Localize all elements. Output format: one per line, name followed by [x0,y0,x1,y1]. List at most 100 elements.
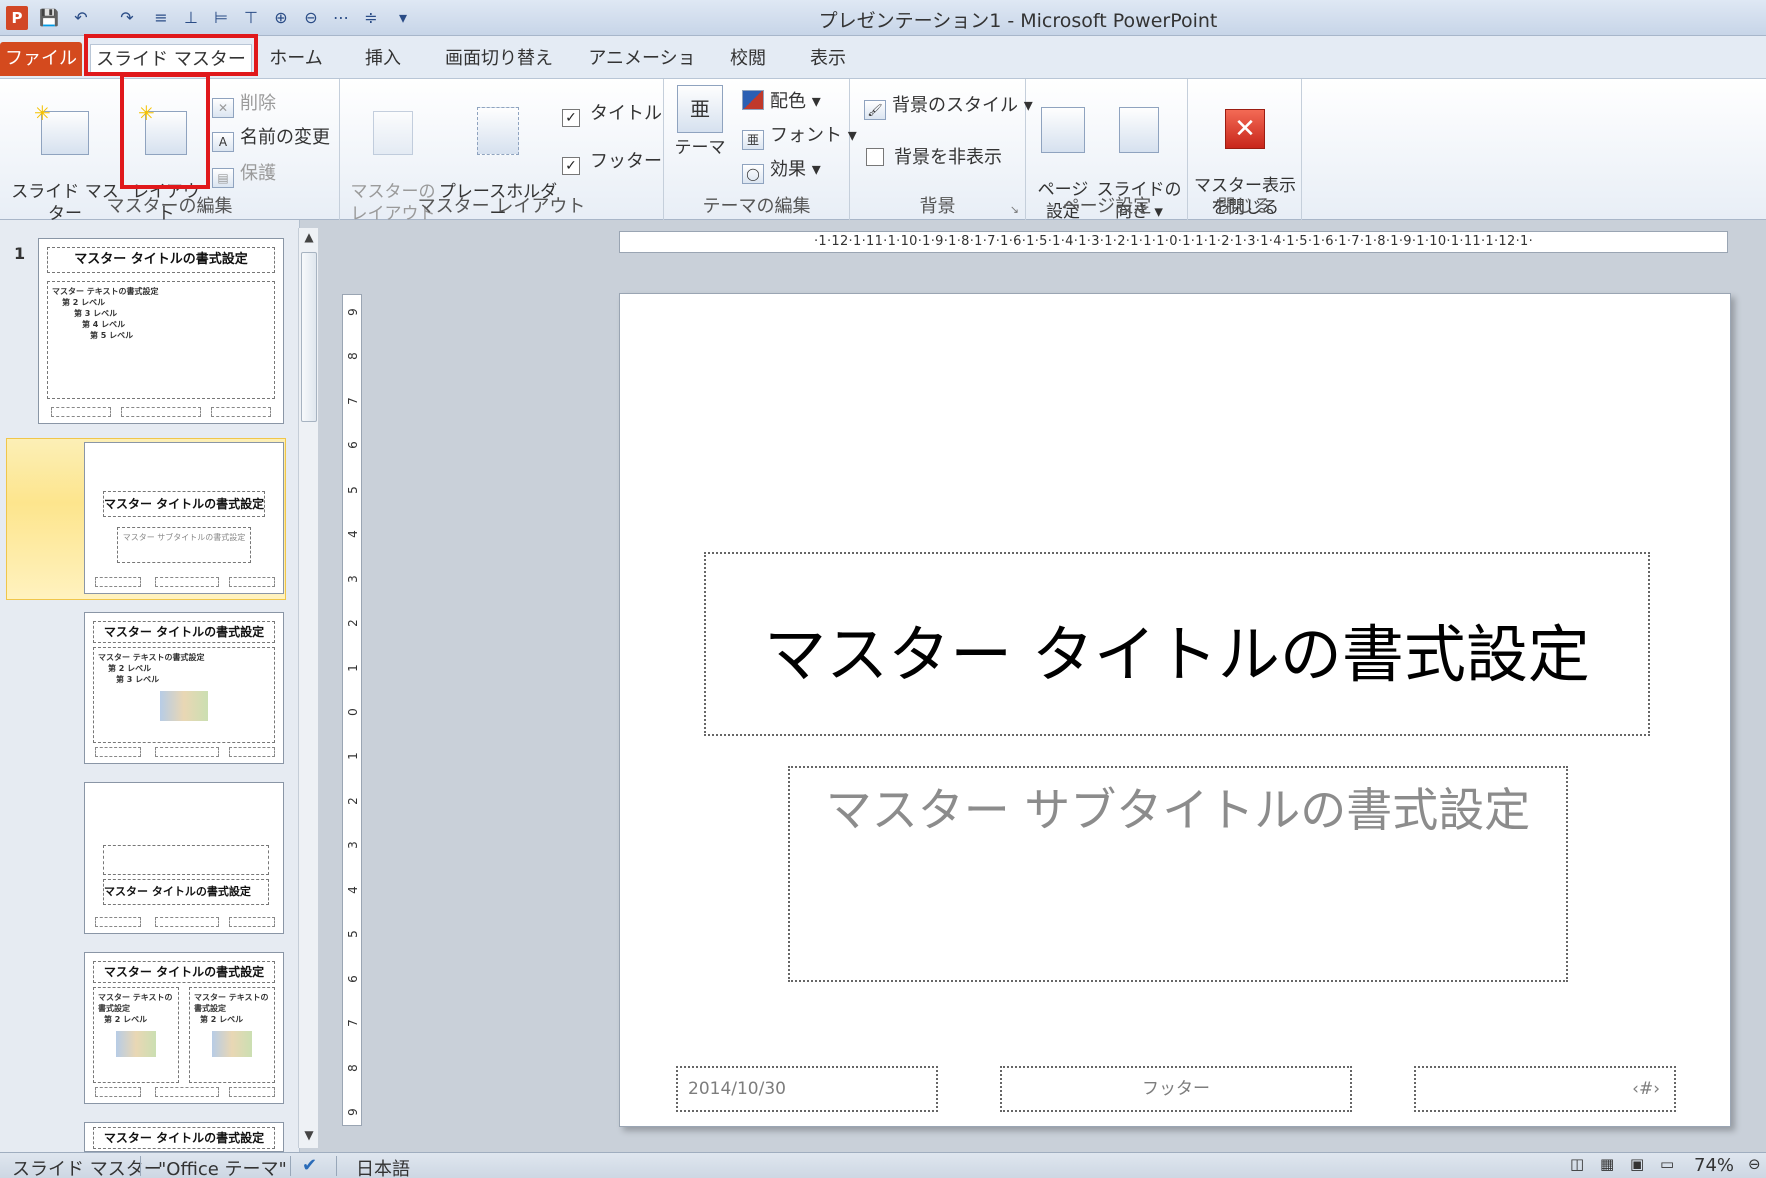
spell-check-icon[interactable]: ✔ [302,1155,317,1176]
themes-label: テーマ [674,138,726,158]
thumb-level: 第 3 レベル [74,309,118,318]
title-check-label: タイトル [590,103,662,124]
reading-view-icon[interactable]: ▣ [1630,1155,1644,1173]
delete-icon: ✕ [212,98,234,118]
thumbnail-title-layout[interactable]: マスター タイトルの書式設定 マスター サブタイトルの書式設定 [84,442,284,594]
thumb-footer [229,747,275,757]
horizontal-ruler: ·1·12·1·11·1·10·1·9·1·8·1·7·1·6·1·5·1·4·… [619,231,1728,253]
thumb-body-right: マスター テキストの書式設定 第 2 レベル [189,987,275,1083]
thumb-body [103,845,269,875]
vertical-ruler-tick: 4 [346,530,360,539]
footer-checkbox[interactable]: ✓ フッター [562,147,662,175]
vertical-ruler-tick: 2 [346,619,360,627]
title-checkbox[interactable]: ✓ タイトル [562,99,662,127]
master-layout-icon [373,111,413,155]
hide-background-checkbox[interactable]: 背景を非表示 [866,143,1002,169]
vertical-ruler-tick: 7 [346,1019,360,1027]
group-edit-theme: 亜 テーマ 配色 ▾ 亜フォント ▾ ◯ 効果 ▾ テーマの編集 [664,79,857,220]
footer-check-label: フッター [590,151,662,172]
group-page-setup: ページ 設定 スライドの 向き ▾ ページ設定 [1026,79,1188,222]
thumb-footer [95,747,141,757]
rename-button[interactable]: A 名前の変更 [212,123,330,152]
tab-review[interactable]: 校閲 [718,44,778,76]
theme-icon: 亜 [677,85,723,133]
themes-button[interactable]: 亜 テーマ [674,85,726,159]
thumbnail-two-content-layout[interactable]: マスター タイトルの書式設定 マスター テキストの書式設定 第 2 レベル マス… [84,952,284,1104]
zoom-level[interactable]: 74% [1694,1155,1734,1176]
footer-placeholder[interactable]: フッター [1000,1066,1352,1112]
status-language[interactable]: 日本語 [356,1155,410,1178]
thumbnail-comparison-layout[interactable]: マスター タイトルの書式設定 [84,1122,284,1152]
thumbnail-scrollbar[interactable]: ▲ ▼ [298,228,318,1148]
checkbox-icon: ✓ [562,157,580,175]
thumb-text: マスター テキストの書式設定 [52,287,159,296]
thumb-title: マスター タイトルの書式設定 [47,247,275,273]
ribbon: ✳ スライド マスター の挿入 ✳ レイアウト の挿入 ✕削除 A名前の変更 ▤… [0,73,1766,246]
delete-button[interactable]: ✕ 削除 [212,89,276,118]
vertical-ruler-tick: 7 [346,397,360,405]
slide-number-placeholder[interactable]: ‹#› [1414,1066,1676,1112]
tab-animations[interactable]: アニメーション [580,44,704,99]
thumb-title: マスター タイトルの書式設定 [103,491,265,517]
vertical-ruler: 9 8 7 6 5 4 3 2 1 0 1 2 3 4 5 6 7 8 9 [342,294,362,1126]
checkbox-icon: ✓ [562,109,580,127]
group-background: 🖌 背景のスタイル ▾ 背景を非表示 背景 ↘ [850,79,1033,220]
tab-file[interactable]: ファイル [0,42,82,76]
vertical-ruler-tick: 9 [346,308,360,316]
date-placeholder[interactable]: 2014/10/30 [676,1066,938,1112]
group-label: テーマの編集 [702,196,811,217]
close-icon: ✕ [1225,109,1265,149]
tab-view[interactable]: 表示 [796,44,860,76]
vertical-ruler-tick: 8 [346,352,360,361]
status-bar: スライド マスター "Office テーマ" ✔ 日本語 ◫ ▦ ▣ ▭ 74%… [0,1152,1766,1178]
slideshow-icon[interactable]: ▭ [1660,1155,1674,1173]
thumb-subtitle: マスター サブタイトルの書式設定 [117,527,251,563]
zoom-out-icon[interactable]: ⊖ [1748,1155,1761,1173]
scroll-thumb[interactable] [301,252,317,422]
effects-button[interactable]: ◯ 効果 ▾ [742,155,821,184]
scroll-up-icon[interactable]: ▲ [301,230,317,246]
thumb-text: マスター テキストの書式設定 [98,993,173,1013]
status-separator [290,1156,291,1176]
thumb-level: 第 2 レベル [62,298,106,307]
thumb-footer [155,747,219,757]
title-bar: P 💾 ↶ ↷ ≡ ⊥ ⊨ ⊤ ⊕ ⊖ ⋯ ≑ ▾ プレゼンテーション1 - M… [0,0,1766,36]
slide-master-icon: ✳ [34,102,89,155]
slide-canvas[interactable]: マスター タイトルの書式設定 マスター サブタイトルの書式設定 2014/10/… [619,293,1731,1127]
dialog-launcher-icon[interactable]: ↘ [1010,203,1019,216]
scroll-down-icon[interactable]: ▼ [301,1128,317,1144]
vertical-ruler-tick: 3 [346,841,360,850]
page-setup-icon [1041,107,1085,153]
content-icons [212,1031,252,1057]
vertical-ruler-tick: 5 [346,930,360,939]
normal-view-icon[interactable]: ◫ [1570,1155,1584,1173]
group-label: 背景 [919,196,956,217]
thumb-level: 第 5 レベル [90,331,134,340]
thumb-footer [95,1087,141,1097]
rename-icon: A [212,132,234,152]
status-separator [336,1156,337,1176]
tab-home[interactable]: ホーム [260,44,332,76]
preserve-button[interactable]: ▤ 保護 [212,159,276,188]
tab-transitions[interactable]: 画面切り替え [438,44,560,76]
tab-insert[interactable]: 挿入 [348,44,418,76]
thumb-footer [211,407,271,417]
slide-title[interactable]: マスター タイトルの書式設定 [706,604,1648,694]
thumbnail-slide-master[interactable]: マスター タイトルの書式設定 マスター テキストの書式設定 第 2 レベル 第 … [38,238,284,424]
thumbnail-section-header-layout[interactable]: マスター タイトルの書式設定 [84,782,284,934]
thumbnail-title-content-layout[interactable]: マスター タイトルの書式設定 マスター テキストの書式設定 第 2 レベル 第 … [84,612,284,764]
delete-label: 削除 [240,93,276,114]
fonts-button[interactable]: 亜フォント ▾ [742,121,857,150]
content-icons [160,691,208,721]
slide-sorter-icon[interactable]: ▦ [1600,1155,1614,1173]
content-icons [116,1031,156,1057]
group-label: マスターの編集 [106,196,233,217]
subtitle-placeholder[interactable]: マスター サブタイトルの書式設定 [788,766,1568,982]
thumb-footer [51,407,111,417]
thumb-title: マスター タイトルの書式設定 [93,961,275,983]
slide-subtitle[interactable]: マスター サブタイトルの書式設定 [790,774,1566,840]
background-styles-button[interactable]: 🖌 背景のスタイル ▾ [864,91,1033,120]
thumb-footer [155,577,219,587]
title-placeholder[interactable]: マスター タイトルの書式設定 [704,552,1650,736]
colors-button[interactable]: 配色 ▾ [742,87,821,113]
